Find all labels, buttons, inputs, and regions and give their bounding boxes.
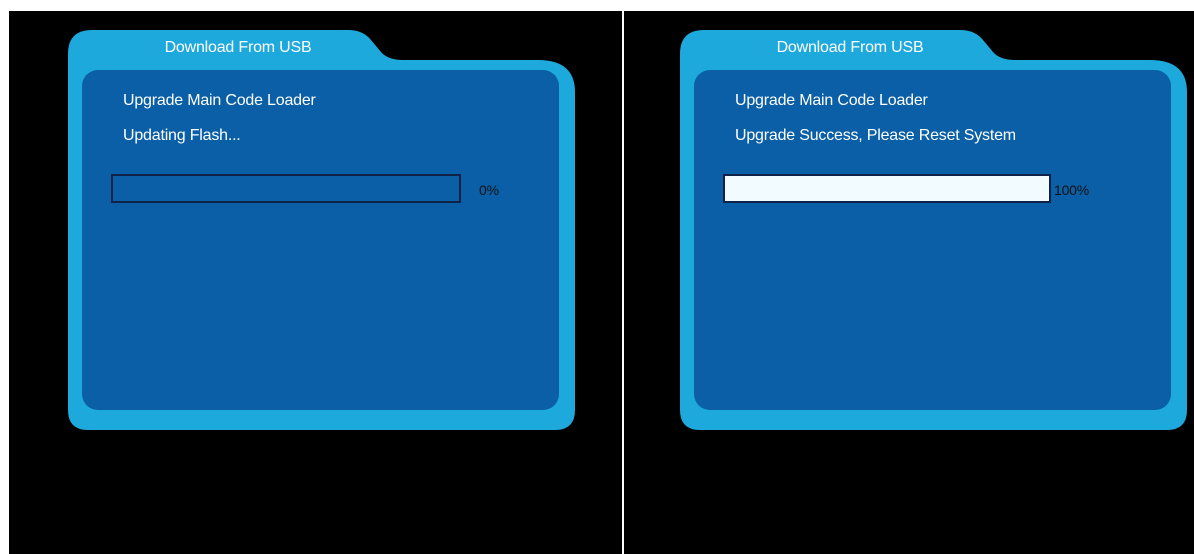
upgrade-progress-bar — [111, 174, 461, 203]
tv-screen-left: Download From USB Upgrade Main Code Load… — [9, 11, 622, 554]
progress-percent: 100% — [1054, 182, 1090, 198]
dialog-frame — [680, 30, 1187, 430]
upgrade-type-label: Upgrade Main Code Loader — [123, 92, 316, 109]
download-dialog: Download From USB Upgrade Main Code Load… — [680, 30, 1187, 430]
progress-percent: 0% — [479, 182, 499, 198]
dialog-inner-panel — [82, 70, 559, 410]
status-message: Upgrade Success, Please Reset System — [735, 127, 1016, 144]
progress-fill — [725, 176, 1049, 201]
upgrade-progress-bar — [723, 174, 1051, 203]
tv-screen-right: Download From USB Upgrade Main Code Load… — [624, 11, 1194, 554]
dialog-title: Download From USB — [164, 39, 312, 56]
download-dialog: Download From USB Upgrade Main Code Load… — [68, 30, 575, 430]
dialog-frame — [68, 30, 575, 430]
upgrade-type-label: Upgrade Main Code Loader — [735, 92, 928, 109]
status-message: Updating Flash... — [123, 127, 241, 144]
dialog-inner-panel — [694, 70, 1171, 410]
dialog-title: Download From USB — [776, 39, 924, 56]
